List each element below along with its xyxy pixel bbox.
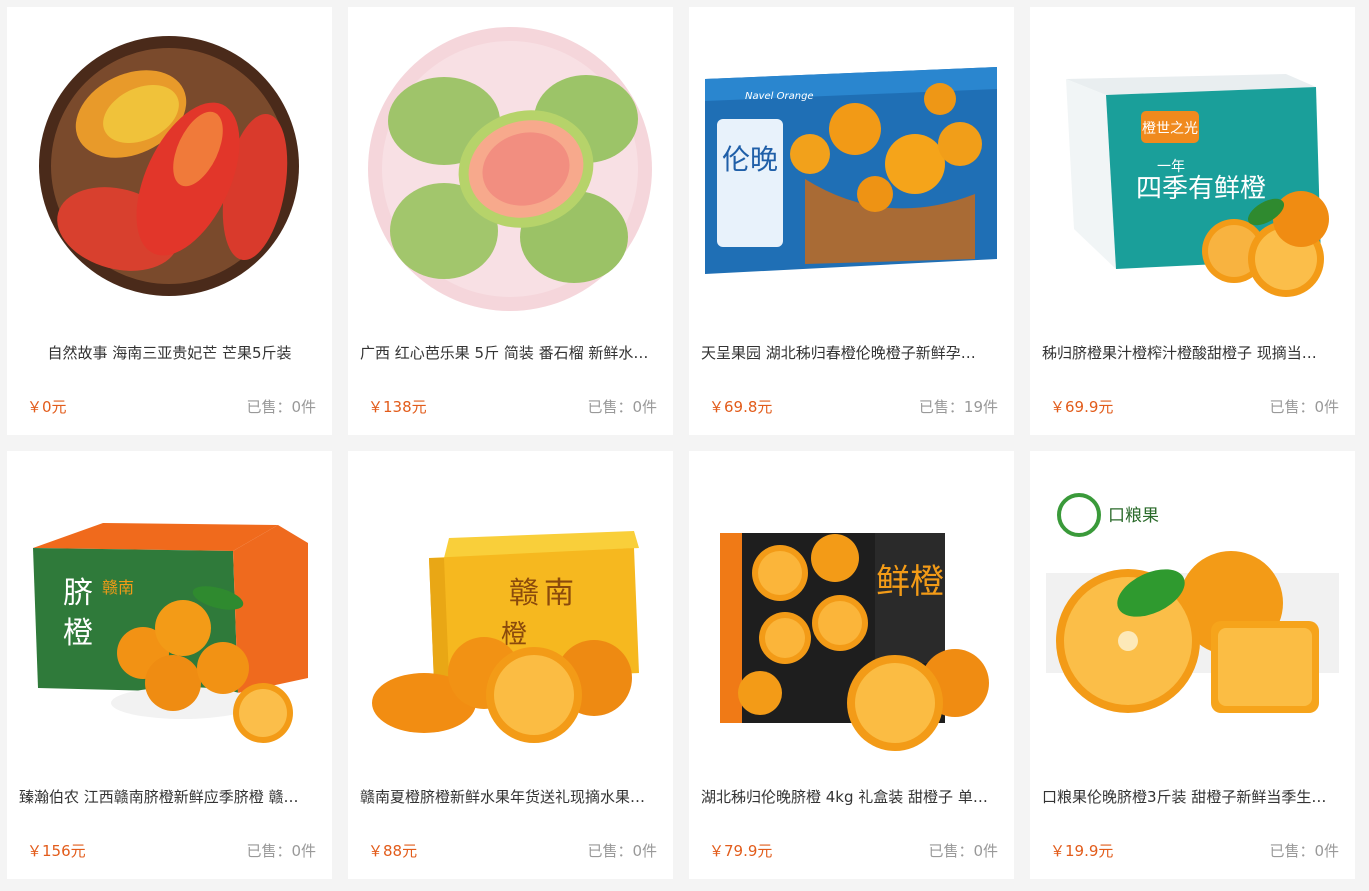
- product-sold-count: 已售：0件: [928, 840, 998, 861]
- product-card[interactable]: 广西 红心芭乐果 5斤 简装 番石榴 新鲜水… ￥138元 已售：0件: [348, 7, 673, 435]
- orange-image[interactable]: 口粮果: [1046, 463, 1339, 763]
- product-title[interactable]: 湖北秭归伦晚脐橙 4kg 礼盒装 甜橙子 单…: [701, 787, 1002, 807]
- product-sold-count: 已售：0件: [587, 840, 657, 861]
- product-card[interactable]: 自然故事 海南三亚贵妃芒 芒果5斤装 ￥0元 已售：0件: [7, 7, 332, 435]
- sold-label: 已售：: [587, 398, 633, 416]
- product-price: ￥19.9元: [1050, 842, 1114, 860]
- logo-text: 口粮果: [1108, 506, 1159, 526]
- product-price: ￥69.9元: [1050, 398, 1114, 416]
- sold-label: 已售：: [928, 842, 974, 860]
- product-title[interactable]: 秭归脐橙果汁橙榨汁橙酸甜橙子 现摘当…: [1042, 343, 1343, 363]
- sold-value: 0件: [973, 842, 998, 860]
- orange-box-image-graphic: 伦晚 Navel Orange: [705, 67, 997, 274]
- product-price: ￥156元: [27, 842, 86, 860]
- product-title[interactable]: 口粮果伦晚脐橙3斤装 甜橙子新鲜当季生…: [1042, 787, 1343, 807]
- product-title[interactable]: 臻瀚伯农 江西赣南脐橙新鲜应季脐橙 赣…: [19, 787, 320, 807]
- product-price: ￥79.9元: [709, 842, 773, 860]
- product-title[interactable]: 赣南夏橙脐橙新鲜水果年货送礼现摘水果…: [360, 787, 661, 807]
- product-price: ￥0元: [27, 398, 67, 416]
- guava-image[interactable]: [364, 19, 657, 319]
- box-text: 脐: [63, 576, 93, 611]
- product-sold-count: 已售：19件: [919, 396, 998, 417]
- product-grid: 自然故事 海南三亚贵妃芒 芒果5斤装 ￥0元 已售：0件 广西 红心芭乐果 5斤…: [0, 0, 1369, 891]
- sold-label: 已售：: [918, 398, 964, 416]
- orange-box-image-graphic: 脐 橙 赣南: [33, 523, 308, 743]
- sold-label: 已售：: [1269, 398, 1315, 416]
- product-title[interactable]: 广西 红心芭乐果 5斤 简装 番石榴 新鲜水…: [360, 343, 661, 363]
- orange-box-image[interactable]: 赣 南 橙: [364, 463, 657, 763]
- product-title[interactable]: 天呈果园 湖北秭归春橙伦晚橙子新鲜孕…: [701, 343, 1002, 363]
- orange-box-image-graphic: 鲜橙: [720, 533, 989, 751]
- orange-box-image-graphic: 赣 南 橙: [372, 531, 639, 743]
- sold-label: 已售：: [246, 398, 292, 416]
- orange-image-graphic: 口粮果: [1046, 493, 1339, 713]
- product-card[interactable]: 鲜橙 湖北秭归伦晚脐橙 4kg 礼盒装 甜橙子 单… ￥79.9元 已售：0件: [689, 451, 1014, 879]
- product-title[interactable]: 自然故事 海南三亚贵妃芒 芒果5斤装: [19, 343, 320, 363]
- box-text: 橙: [63, 616, 93, 651]
- product-card[interactable]: 伦晚 Navel Orange 天呈果园 湖北秭归春橙伦晚橙子新鲜孕… ￥69.…: [689, 7, 1014, 435]
- product-sold-count: 已售：0件: [246, 840, 316, 861]
- product-sold-count: 已售：0件: [1269, 840, 1339, 861]
- sold-value: 19件: [963, 398, 998, 416]
- box-en-text: Navel Orange: [745, 91, 814, 102]
- sold-label: 已售：: [1269, 842, 1315, 860]
- product-sold-count: 已售：0件: [246, 396, 316, 417]
- box-text: 赣: [509, 576, 539, 611]
- product-sold-count: 已售：0件: [1269, 396, 1339, 417]
- sold-label: 已售：: [246, 842, 292, 860]
- product-card[interactable]: 赣 南 橙 赣南夏橙脐橙新鲜水果年货送礼现摘水果… ￥88元 已售：0件: [348, 451, 673, 879]
- product-price: ￥69.8元: [709, 398, 773, 416]
- box-text: 鲜橙: [876, 562, 944, 602]
- sold-value: 0件: [291, 842, 316, 860]
- orange-box-image[interactable]: 伦晚 Navel Orange: [705, 19, 998, 319]
- product-sold-count: 已售：0件: [587, 396, 657, 417]
- box-brand-text: 橙世之光: [1142, 121, 1198, 137]
- product-price: ￥138元: [368, 398, 427, 416]
- sold-value: 0件: [632, 398, 657, 416]
- product-card[interactable]: 口粮果 口粮果伦晚脐橙3斤装 甜橙子新鲜当季生… ￥19.9元 已售：0件: [1030, 451, 1355, 879]
- box-text: 赣南: [102, 578, 134, 597]
- orange-box-image[interactable]: 脐 橙 赣南: [23, 463, 316, 763]
- orange-box-image[interactable]: 橙世之光 一年 四季有鲜橙: [1046, 19, 1339, 319]
- product-card[interactable]: 橙世之光 一年 四季有鲜橙 秭归脐橙果汁橙榨汁橙酸甜橙子 现摘当… ￥69.9元…: [1030, 7, 1355, 435]
- sold-value: 0件: [632, 842, 657, 860]
- box-line2-text: 四季有鲜橙: [1136, 174, 1266, 204]
- mango-image-graphic: [39, 36, 299, 296]
- guava-image-graphic: [368, 27, 652, 311]
- sold-label: 已售：: [587, 842, 633, 860]
- orange-box-image[interactable]: 鲜橙: [705, 463, 998, 763]
- sold-value: 0件: [1314, 842, 1339, 860]
- box-line1-text: 一年: [1157, 159, 1185, 175]
- sold-value: 0件: [291, 398, 316, 416]
- box-text: 南: [544, 576, 574, 611]
- product-card[interactable]: 脐 橙 赣南 臻瀚伯农 江西赣南脐橙新鲜应季脐橙 赣… ￥156元 已售：0件: [7, 451, 332, 879]
- sold-value: 0件: [1314, 398, 1339, 416]
- orange-box-image-graphic: 橙世之光 一年 四季有鲜橙: [1066, 74, 1329, 297]
- box-text: 伦晚: [722, 143, 778, 176]
- mango-image[interactable]: [23, 19, 316, 319]
- product-price: ￥88元: [368, 842, 418, 860]
